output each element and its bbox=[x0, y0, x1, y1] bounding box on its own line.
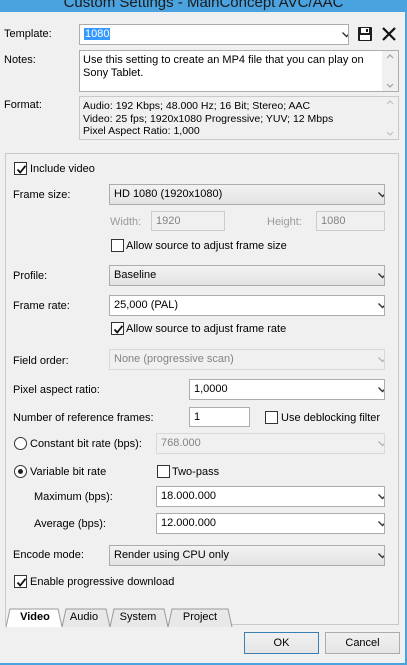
variable-bitrate-radio[interactable] bbox=[14, 465, 27, 478]
deblocking-label: Use deblocking filter bbox=[281, 412, 381, 424]
allow-frame-size-checkbox[interactable] bbox=[111, 239, 124, 252]
template-label: Template: bbox=[4, 28, 52, 40]
allow-frame-rate-label: Allow source to adjust frame rate bbox=[126, 323, 287, 335]
frame-rate-label: Frame rate: bbox=[13, 300, 70, 312]
height-label: Height: bbox=[267, 216, 302, 228]
encode-mode-select[interactable]: Render using CPU only bbox=[109, 545, 385, 566]
notes-textarea[interactable]: Use this setting to create an MP4 file t… bbox=[79, 50, 399, 92]
notes-scrollbar[interactable] bbox=[382, 51, 398, 91]
frame-rate-value: 25,000 (PAL) bbox=[114, 299, 179, 311]
tab-audio[interactable]: Audio bbox=[64, 609, 104, 626]
average-label: Average (bps): bbox=[34, 518, 106, 530]
frame-size-value: HD 1080 (1920x1080) bbox=[114, 188, 223, 200]
constant-bitrate-label: Constant bit rate (bps): bbox=[30, 438, 142, 450]
profile-label: Profile: bbox=[13, 270, 48, 282]
tab-project[interactable]: Project bbox=[172, 609, 228, 626]
frame-size-select[interactable]: HD 1080 (1920x1080) bbox=[109, 184, 385, 205]
format-label: Format: bbox=[4, 99, 42, 111]
maximum-label: Maximum (bps): bbox=[34, 491, 113, 503]
allow-frame-size-label: Allow source to adjust frame size bbox=[126, 240, 287, 252]
ref-frames-value: 1 bbox=[194, 411, 201, 423]
format-scrollbar[interactable] bbox=[382, 97, 398, 139]
ok-button[interactable]: OK bbox=[244, 632, 319, 654]
ref-frames-label: Number of reference frames: bbox=[13, 412, 154, 424]
profile-select[interactable]: Baseline bbox=[109, 265, 385, 286]
encode-mode-label: Encode mode: bbox=[13, 549, 84, 561]
maximum-value: 18.000.000 bbox=[161, 490, 217, 502]
pixel-aspect-value: 1,0000 bbox=[194, 383, 228, 395]
notes-text: Use this setting to create an MP4 file t… bbox=[83, 54, 364, 79]
constant-bitrate-select[interactable]: 768.000 bbox=[156, 433, 385, 454]
close-icon[interactable] bbox=[381, 26, 397, 42]
include-video-label: Include video bbox=[30, 163, 95, 175]
cancel-button[interactable]: Cancel bbox=[325, 632, 400, 654]
height-value: 1080 bbox=[321, 215, 346, 227]
tab-system[interactable]: System bbox=[113, 609, 163, 626]
title-bar: Custom Settings - MainConcept AVC/AAC bbox=[0, 0, 407, 12]
height-input[interactable]: 1080 bbox=[316, 211, 385, 231]
pixel-aspect-label: Pixel aspect ratio: bbox=[13, 384, 100, 396]
constant-bitrate-value: 768.000 bbox=[161, 437, 201, 449]
average-value: 12.000.000 bbox=[161, 517, 217, 529]
profile-value: Baseline bbox=[114, 269, 157, 281]
window-title: Custom Settings - MainConcept AVC/AAC bbox=[63, 0, 344, 11]
two-pass-label: Two-pass bbox=[172, 466, 220, 478]
floppy-disk-icon[interactable] bbox=[357, 26, 373, 42]
include-video-checkbox[interactable] bbox=[14, 162, 27, 175]
notes-label: Notes: bbox=[4, 54, 36, 66]
format-line: Pixel Aspect Ratio: 1,000 bbox=[83, 125, 200, 137]
progressive-download-label: Enable progressive download bbox=[30, 576, 175, 588]
maximum-combo[interactable]: 18.000.000 bbox=[156, 486, 385, 507]
constant-bitrate-radio[interactable] bbox=[14, 437, 27, 450]
frame-size-label: Frame size: bbox=[13, 189, 71, 201]
template-value: 1080 bbox=[84, 28, 111, 40]
format-readout: Audio: 192 Kbps; 48.000 Hz; 16 Bit; Ster… bbox=[79, 96, 399, 140]
field-order-select[interactable]: None (progressive scan) bbox=[109, 349, 385, 370]
tab-video[interactable]: Video bbox=[12, 609, 58, 626]
format-line: Audio: 192 Kbps; 48.000 Hz; 16 Bit; Ster… bbox=[83, 100, 311, 112]
width-label: Width: bbox=[110, 216, 142, 228]
progressive-download-checkbox[interactable] bbox=[14, 575, 27, 588]
average-combo[interactable]: 12.000.000 bbox=[156, 513, 385, 534]
width-value: 1920 bbox=[156, 215, 181, 227]
pixel-aspect-combo[interactable]: 1,0000 bbox=[189, 379, 385, 400]
field-order-value: None (progressive scan) bbox=[114, 353, 234, 365]
two-pass-checkbox[interactable] bbox=[157, 465, 170, 478]
field-order-label: Field order: bbox=[13, 355, 69, 367]
variable-bitrate-label: Variable bit rate bbox=[30, 466, 107, 478]
width-input[interactable]: 1920 bbox=[151, 211, 225, 231]
frame-rate-combo[interactable]: 25,000 (PAL) bbox=[109, 295, 385, 316]
template-combo[interactable]: 1080 bbox=[79, 24, 349, 45]
ref-frames-input[interactable]: 1 bbox=[189, 407, 250, 427]
encode-mode-value: Render using CPU only bbox=[114, 549, 229, 561]
allow-frame-rate-checkbox[interactable] bbox=[111, 322, 124, 335]
format-line: Video: 25 fps; 1920x1080 Progressive; YU… bbox=[83, 112, 334, 125]
deblocking-checkbox[interactable] bbox=[265, 411, 278, 424]
